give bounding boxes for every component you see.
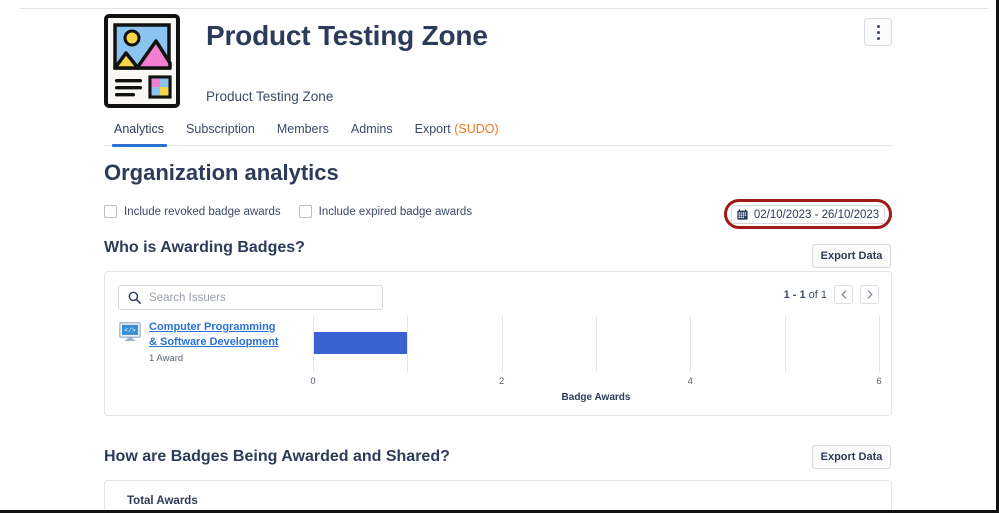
pagination-prev-button[interactable] bbox=[834, 285, 853, 304]
more-options-button[interactable] bbox=[864, 18, 892, 46]
include-revoked-checkbox-group[interactable]: Include revoked badge awards bbox=[104, 205, 281, 218]
chart-bar[interactable] bbox=[313, 332, 408, 354]
chart-gridline bbox=[501, 316, 503, 372]
tab-members[interactable]: Members bbox=[266, 122, 340, 145]
org-title-column: Product Testing Zone Product Testing Zon… bbox=[180, 14, 864, 104]
chart-gridline bbox=[690, 316, 692, 372]
org-header: Product Testing Zone Product Testing Zon… bbox=[104, 14, 892, 108]
calendar-icon bbox=[737, 209, 748, 220]
more-options-dot bbox=[876, 36, 880, 40]
issuers-section-title: Who is Awarding Badges? bbox=[104, 239, 305, 256]
issuers-export-data-button[interactable]: Export Data bbox=[812, 244, 891, 268]
include-expired-checkbox-group[interactable]: Include expired badge awards bbox=[298, 205, 473, 218]
shared-export-data-button[interactable]: Export Data bbox=[812, 445, 891, 469]
org-logo bbox=[104, 14, 180, 108]
tab-export-label: Export bbox=[414, 122, 451, 136]
tab-members-label: Members bbox=[276, 122, 329, 136]
tab-admins-label: Admins bbox=[350, 122, 393, 136]
image-document-icon bbox=[104, 14, 180, 108]
analytics-page: Product Testing Zone Product Testing Zon… bbox=[0, 0, 999, 513]
shared-card: Total Awards bbox=[104, 480, 892, 510]
top-divider bbox=[20, 8, 988, 9]
pagination-range: 1 - 1 of 1 bbox=[784, 289, 827, 301]
chevron-left-icon bbox=[841, 290, 846, 299]
more-options-dot bbox=[876, 30, 880, 34]
tab-analytics-label: Analytics bbox=[114, 122, 165, 136]
total-awards-label: Total Awards bbox=[127, 495, 198, 507]
issuer-list-item: </> Computer Programming & Software Deve… bbox=[119, 320, 309, 364]
include-revoked-label: Include revoked badge awards bbox=[124, 205, 281, 218]
pagination-range-prefix: 1 - 1 bbox=[783, 288, 806, 301]
chart-xtick-label: 2 bbox=[499, 376, 505, 387]
page-title: Product Testing Zone bbox=[206, 20, 488, 51]
issuer-text-block: Computer Programming & Software Developm… bbox=[149, 320, 284, 364]
tab-analytics[interactable]: Analytics bbox=[104, 122, 175, 147]
pagination-range-suffix: of 1 bbox=[808, 288, 827, 301]
chart-gridline bbox=[879, 316, 880, 372]
search-issuers-placeholder: Search Issuers bbox=[149, 291, 226, 304]
chevron-right-icon bbox=[867, 290, 873, 299]
include-revoked-checkbox[interactable] bbox=[104, 205, 117, 218]
shared-section-title: How are Badges Being Awarded and Shared? bbox=[104, 448, 450, 465]
svg-text:</>: </> bbox=[124, 327, 136, 334]
chart-xtick-label: 0 bbox=[310, 376, 316, 387]
issuers-card: Search Issuers 1 - 1 of 1 </> Computer P… bbox=[104, 271, 892, 416]
chart-x-axis-title: Badge Awards bbox=[561, 392, 631, 403]
org-subtitle: Product Testing Zone bbox=[206, 89, 334, 105]
search-issuers-input[interactable]: Search Issuers bbox=[118, 285, 383, 310]
search-icon bbox=[128, 291, 141, 304]
tab-export-sudo-label: (SUDO) bbox=[454, 122, 499, 136]
tab-export[interactable]: Export (SUDO) bbox=[404, 122, 510, 145]
nav-tabs: Analytics Subscription Members Admins Ex… bbox=[104, 122, 892, 147]
pagination-next-button[interactable] bbox=[860, 285, 879, 304]
badge-awards-bar-chart: Badge Awards 0 2 4 6 bbox=[310, 316, 882, 406]
include-expired-checkbox[interactable] bbox=[298, 205, 312, 218]
chart-xtick-label: 4 bbox=[687, 376, 693, 387]
chart-gridline bbox=[407, 316, 409, 372]
date-range-picker[interactable]: 02/10/2023 - 26/10/2023 bbox=[731, 205, 885, 224]
include-expired-label: Include expired badge awards bbox=[318, 205, 473, 218]
tab-subscription[interactable]: Subscription bbox=[175, 122, 266, 145]
monitor-code-icon: </> bbox=[119, 322, 141, 342]
issuer-award-count: 1 Award bbox=[149, 352, 184, 364]
tab-subscription-label: Subscription bbox=[186, 122, 255, 136]
chart-gridline bbox=[313, 316, 314, 372]
issuers-pagination: 1 - 1 of 1 bbox=[784, 285, 879, 304]
chart-xtick-label: 6 bbox=[876, 376, 882, 387]
issuer-name-link[interactable]: Computer Programming & Software Developm… bbox=[149, 320, 284, 350]
chart-gridline bbox=[784, 316, 786, 372]
tab-admins[interactable]: Admins bbox=[340, 122, 404, 145]
chart-gridline bbox=[596, 316, 597, 372]
more-options-vertical-icon bbox=[876, 24, 880, 28]
section-heading: Organization analytics bbox=[104, 160, 339, 185]
date-range-value: 02/10/2023 - 26/10/2023 bbox=[753, 208, 880, 221]
